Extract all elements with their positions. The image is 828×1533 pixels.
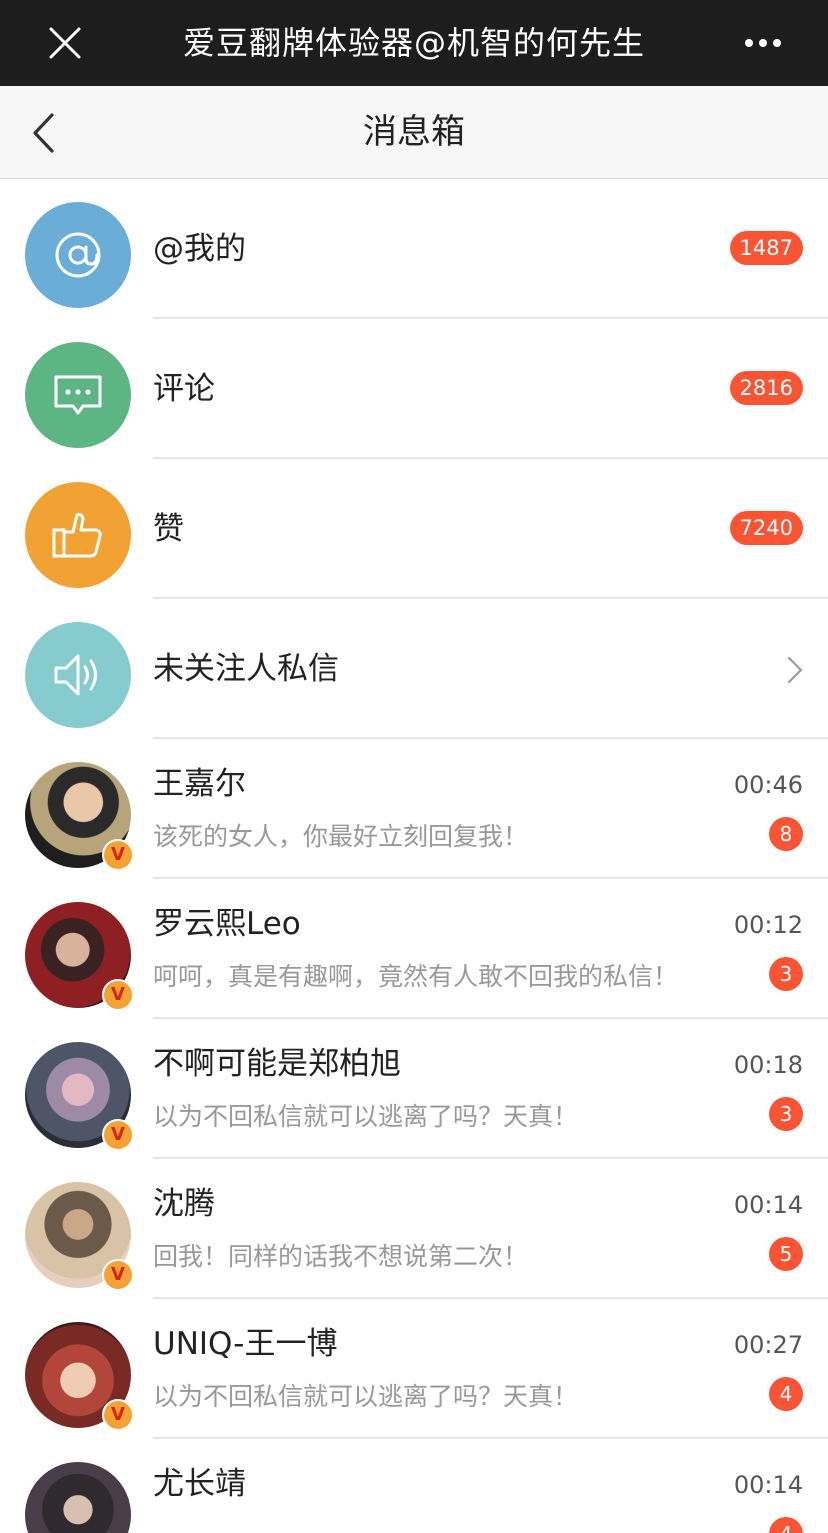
speaker-icon xyxy=(54,654,97,696)
thumbs-up-icon-circle xyxy=(25,482,131,588)
unread-count-badge: 3 xyxy=(769,1097,803,1131)
conversation-time: 00:27 xyxy=(733,1331,803,1359)
conversation-time: 00:46 xyxy=(733,771,803,799)
conversation-preview: 以为不回私信就可以逃离了吗？天真！ xyxy=(153,1382,579,1411)
thumbs-up-icon xyxy=(52,513,102,558)
conversation-preview: 回我！同样的话我不想说第二次！ xyxy=(153,1242,529,1271)
likes-label: 赞 xyxy=(153,511,184,547)
unread-count-badge: 4 xyxy=(769,1377,803,1411)
conversation-name: UNIQ-王一博 xyxy=(153,1326,338,1362)
conversation-name: 尤长靖 xyxy=(153,1466,246,1502)
comments-label: 评论 xyxy=(153,371,215,407)
likes-count-badge: 7240 xyxy=(729,511,803,545)
at-icon-circle xyxy=(25,202,131,308)
app-top-bar: 爱豆翻牌体验器@机智的何先生 xyxy=(0,0,828,86)
comment-icon-circle xyxy=(25,342,131,448)
comments-count-badge: 2816 xyxy=(729,371,803,405)
unread-count-badge: 8 xyxy=(769,817,803,851)
close-icon[interactable] xyxy=(44,22,86,64)
comment-icon xyxy=(54,375,102,415)
verified-badge-icon: V xyxy=(102,979,134,1011)
speaker-icon-circle xyxy=(25,622,131,728)
unread-count-badge: 3 xyxy=(769,957,803,991)
verified-badge-icon: V xyxy=(102,1259,134,1291)
likes-row[interactable]: 赞 7240 xyxy=(0,459,828,599)
comments-row[interactable]: 评论 2816 xyxy=(0,319,828,459)
conversation-preview: 以为不回私信就可以逃离了吗？天真！ xyxy=(153,1102,579,1131)
conversation-row[interactable]: V 罗云熙Leo 呵呵，真是有趣啊，竟然有人敢不回我的私信！ 00:12 3 xyxy=(0,879,828,1019)
conversation-name: 沈腾 xyxy=(153,1186,215,1222)
verified-badge-icon: V xyxy=(102,839,134,871)
conversation-time: 00:18 xyxy=(733,1051,803,1079)
mentions-label: @我的 xyxy=(153,231,246,267)
conversation-time: 00:12 xyxy=(733,911,803,939)
window-title: 爱豆翻牌体验器@机智的何先生 xyxy=(182,24,645,62)
chevron-right-icon xyxy=(787,656,803,684)
conversation-time: 00:14 xyxy=(733,1471,803,1499)
mentions-count-badge: 1487 xyxy=(729,231,803,265)
conversation-time: 00:14 xyxy=(733,1191,803,1219)
conversation-name: 王嘉尔 xyxy=(153,766,246,802)
avatar[interactable] xyxy=(25,1462,131,1533)
mentions-row[interactable]: @我的 1487 xyxy=(0,179,828,319)
conversation-row[interactable]: V 不啊可能是郑柏旭 以为不回私信就可以逃离了吗？天真！ 00:18 3 xyxy=(0,1019,828,1159)
conversation-row[interactable]: V 王嘉尔 该死的女人，你最好立刻回复我！ 00:46 8 xyxy=(0,739,828,879)
unread-count-badge: 5 xyxy=(769,1237,803,1271)
verified-badge-icon: V xyxy=(102,1399,134,1431)
conversation-name: 不啊可能是郑柏旭 xyxy=(153,1046,401,1082)
message-list: @我的 1487 评论 2816 赞 7240 未关注人私信 V 王嘉尔 该死的… xyxy=(0,179,828,1533)
page-title: 消息箱 xyxy=(363,112,465,152)
more-options-icon[interactable] xyxy=(742,22,784,64)
verified-badge-icon: V xyxy=(102,1119,134,1151)
conversation-row[interactable]: V UNIQ-王一博 以为不回私信就可以逃离了吗？天真！ 00:27 4 xyxy=(0,1299,828,1439)
back-arrow-icon[interactable] xyxy=(26,110,62,156)
stranger-messages-label: 未关注人私信 xyxy=(153,651,339,687)
conversation-preview: 该死的女人，你最好立刻回复我！ xyxy=(153,822,529,851)
nav-bar: 消息箱 xyxy=(0,86,828,179)
at-icon xyxy=(55,232,101,278)
conversation-row[interactable]: 尤长靖 00:14 4 xyxy=(0,1439,828,1533)
conversation-row[interactable]: V 沈腾 回我！同样的话我不想说第二次！ 00:14 5 xyxy=(0,1159,828,1299)
unread-count-badge: 4 xyxy=(769,1517,803,1533)
stranger-messages-row[interactable]: 未关注人私信 xyxy=(0,599,828,739)
conversation-preview: 呵呵，真是有趣啊，竟然有人敢不回我的私信！ xyxy=(153,962,679,991)
conversation-name: 罗云熙Leo xyxy=(153,906,301,942)
